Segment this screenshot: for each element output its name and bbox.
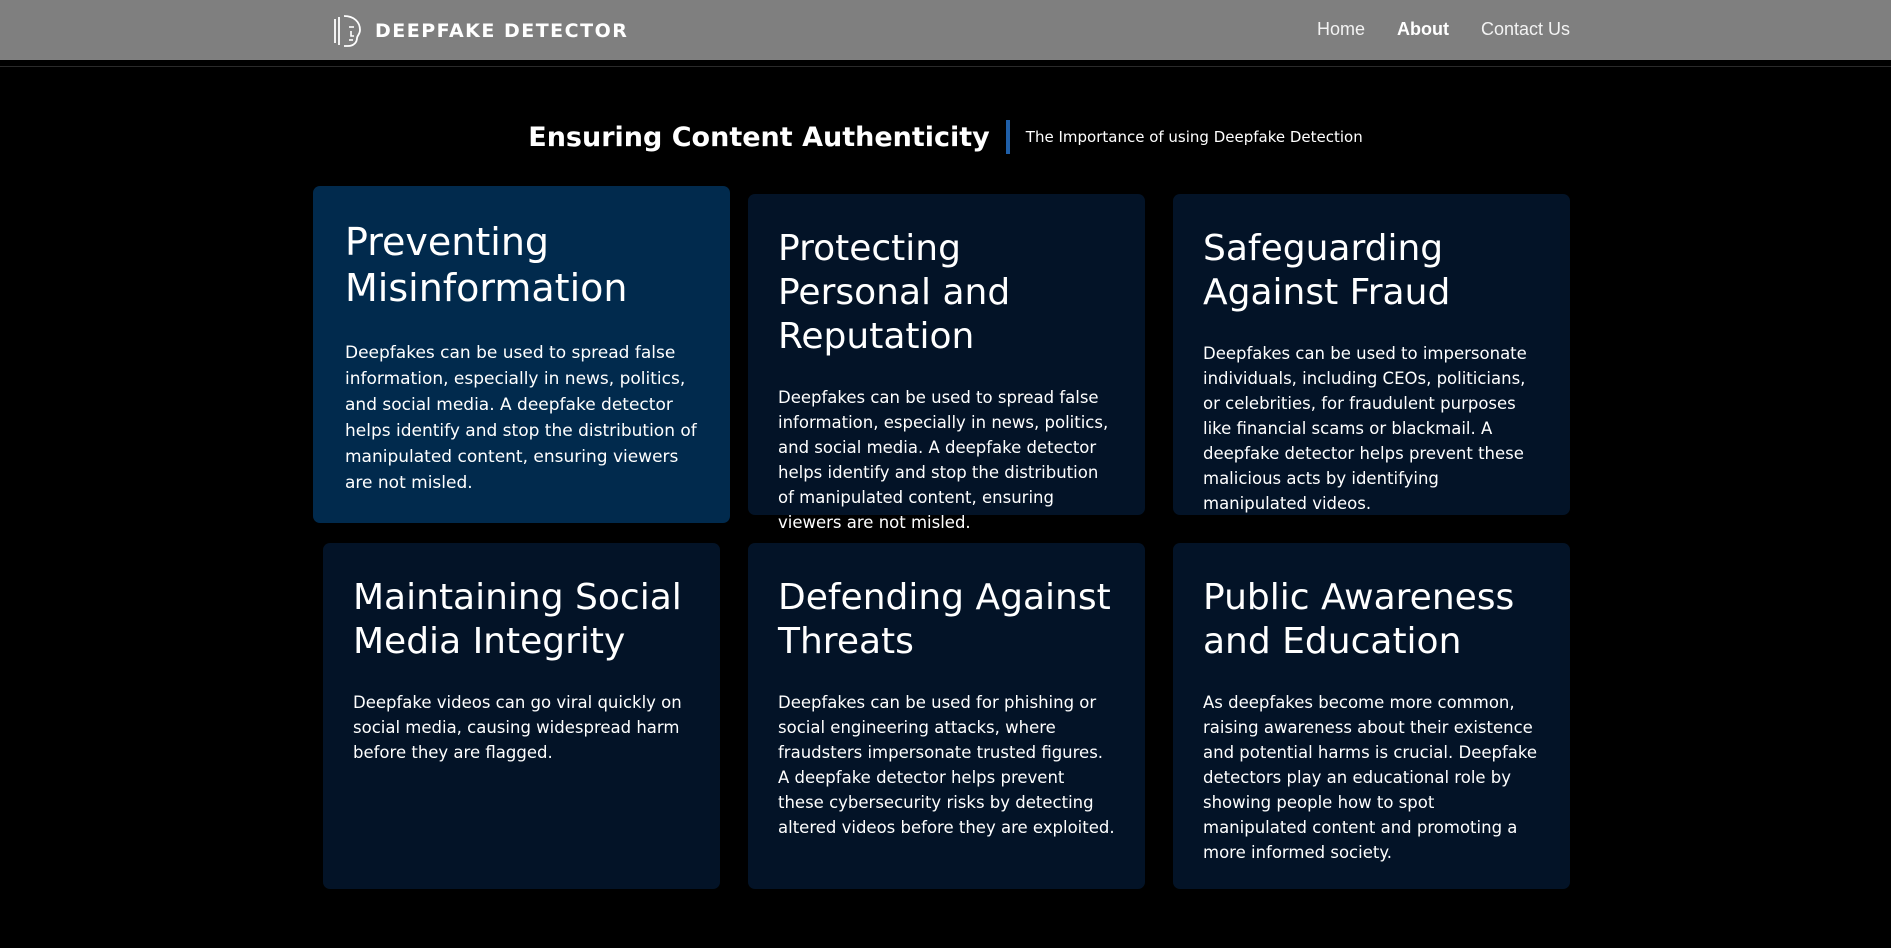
card-body: Deepfakes can be used for phishing or so… (778, 693, 1115, 837)
card-title: Protecting Personal and Reputation (778, 228, 1011, 357)
card-body: Deepfakes can be used to impersonate ind… (1203, 344, 1527, 513)
card-title: Defending Against Threats (778, 577, 1111, 662)
section-title: Ensuring Content Authenticity (528, 121, 990, 153)
card-safeguarding-fraud[interactable]: Safeguarding Against Fraud Deepfakes can… (1173, 194, 1570, 515)
nav-link-about[interactable]: About (1397, 19, 1449, 40)
section-heading: Ensuring Content Authenticity The Import… (0, 120, 1891, 154)
card-public-awareness[interactable]: Public Awareness and Education As deepfa… (1173, 543, 1570, 889)
navbar-divider (0, 66, 1891, 67)
nav-link-contact[interactable]: Contact Us (1481, 19, 1570, 40)
top-navbar: DEEPFAKE DETECTOR Home About Contact Us (0, 0, 1891, 60)
section-subtitle: The Importance of using Deepfake Detecti… (1025, 128, 1363, 146)
card-protecting-reputation[interactable]: Protecting Personal and Reputation Deepf… (748, 194, 1145, 532)
heading-divider (1005, 120, 1010, 154)
card-title: Public Awareness and Education (1203, 577, 1515, 662)
card-defending-threats[interactable]: Defending Against Threats Deepfakes can … (748, 543, 1145, 889)
logo-text: DEEPFAKE DETECTOR (375, 20, 629, 42)
card-body: Deepfake videos can go viral quickly on … (353, 693, 682, 762)
card-preventing-misinformation[interactable]: Preventing Misinformation Deepfakes can … (313, 186, 730, 523)
card-body: As deepfakes become more common, raising… (1203, 693, 1538, 862)
face-outline-icon (334, 15, 361, 47)
card-social-media-integrity[interactable]: Maintaining Social Media Integrity Deepf… (323, 543, 720, 889)
nav-link-home[interactable]: Home (1317, 19, 1365, 40)
site-logo[interactable]: DEEPFAKE DETECTOR (333, 14, 628, 48)
card-title: Preventing Misinformation (345, 220, 628, 310)
main-nav: Home About Contact Us (1317, 19, 1570, 40)
card-title: Maintaining Social Media Integrity (353, 577, 682, 662)
card-body: Deepfakes can be used to spread false in… (778, 388, 1109, 532)
card-body: Deepfakes can be used to spread false in… (345, 343, 697, 493)
card-title: Safeguarding Against Fraud (1203, 228, 1451, 313)
